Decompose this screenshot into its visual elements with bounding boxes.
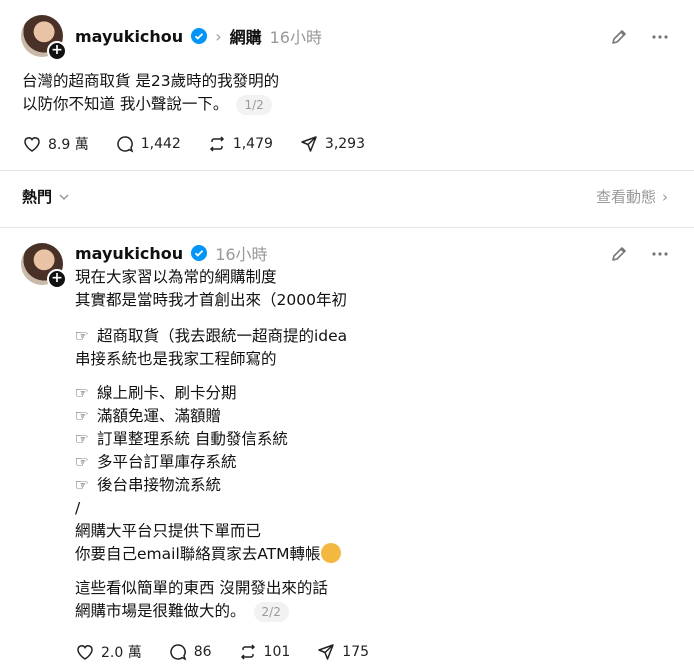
edit-icon[interactable]: [607, 242, 631, 266]
list-item: 多平台訂單庫存系統: [97, 453, 237, 471]
comment-button[interactable]: 86: [168, 642, 212, 662]
post-text-line: 網購大平台只提供下單而已: [75, 522, 262, 540]
repost-icon: [240, 644, 255, 660]
follow-plus-icon[interactable]: +: [47, 41, 67, 61]
verified-badge-icon: [191, 245, 208, 261]
share-count: 175: [342, 644, 370, 660]
share-button[interactable]: 175: [316, 642, 369, 662]
post-body: 台灣的超商取貨 是23歲時的我發明的 以防你不知道 我小聲說一下。 1/2: [22, 70, 279, 116]
like-count: 2.0 萬: [101, 645, 142, 661]
edit-icon[interactable]: [607, 25, 631, 49]
heart-icon: [77, 645, 93, 660]
post-text-line: 現在大家習以為常的網購制度: [75, 268, 277, 286]
topic-tag[interactable]: 網購: [230, 24, 262, 48]
chevron-right-icon: ›: [215, 26, 222, 46]
post-text-line: 以防你不知道 我小聲說一下。: [22, 95, 229, 113]
chevron-down-icon: [59, 193, 69, 200]
chevron-right-icon: ›: [662, 187, 668, 206]
post-text-line: 串接系統也是我家工程師寫的: [75, 350, 277, 368]
follow-plus-icon[interactable]: +: [47, 269, 67, 289]
share-count: 3,293: [324, 136, 365, 152]
post-text-line: 超商取貨（我去跟統一超商提的idea: [97, 327, 348, 345]
post-time: 16小時: [269, 28, 322, 47]
avatar[interactable]: +: [21, 15, 67, 61]
repost-count: 1,479: [232, 136, 273, 152]
send-icon: [301, 136, 317, 152]
comment-button[interactable]: 1,442: [115, 134, 181, 154]
hand-pointing-right-icon: ☞: [75, 407, 89, 425]
view-activity-label: 查看動態: [595, 188, 656, 206]
hand-pointing-right-icon: ☞: [75, 384, 89, 402]
comment-icon: [117, 136, 133, 153]
username[interactable]: mayukichou: [75, 244, 183, 263]
more-options-icon[interactable]: [648, 25, 672, 49]
view-activity-link[interactable]: 查看動態 ›: [596, 186, 668, 207]
hand-pointing-right-icon: ☞: [75, 476, 89, 494]
repost-button[interactable]: 101: [238, 642, 291, 662]
like-button[interactable]: 8.9 萬: [22, 134, 89, 154]
post-header: mayukichou 16小時: [75, 241, 268, 265]
post-text-line: 你要自己email聯絡買家去ATM轉帳: [75, 545, 321, 563]
more-options-icon[interactable]: [648, 242, 672, 266]
disappointed-face-icon: [320, 543, 341, 563]
hand-pointing-right-icon: ☞: [75, 453, 89, 471]
post-body: 這些看似簡單的東西 沒開發出來的話 網購市場是很難做大的。 2/2: [75, 577, 328, 623]
post-text-line: 這些看似簡單的東西 沒開發出來的話: [75, 579, 328, 597]
hand-pointing-right-icon: ☞: [75, 430, 89, 448]
avatar[interactable]: +: [21, 243, 67, 289]
repost-icon: [209, 136, 224, 152]
like-button[interactable]: 2.0 萬: [75, 642, 142, 662]
list-item: 滿額免運、滿額贈: [97, 407, 222, 425]
post-body: 現在大家習以為常的網購制度 其實都是當時我才首創出來（2000年初: [75, 266, 347, 312]
sort-label: 熱門: [22, 188, 53, 206]
post-text-line: 網購市場是很難做大的。: [75, 602, 246, 620]
page-indicator: 1/2: [236, 94, 272, 115]
sort-dropdown[interactable]: 熱門: [22, 186, 70, 207]
page-indicator: 2/2: [253, 601, 289, 622]
list-item: 訂單整理系統 自動發信系統: [97, 430, 288, 448]
post-actions: 8.9 萬 1,442 1,479 3,293: [22, 132, 391, 156]
verified-badge-icon: [191, 28, 208, 44]
list-item: 線上刷卡、刷卡分期: [97, 384, 237, 402]
comment-count: 86: [193, 644, 212, 660]
repost-button[interactable]: 1,479: [207, 134, 273, 154]
post-text-line: /: [75, 499, 81, 517]
list-item: 後台串接物流系統: [97, 476, 222, 494]
post-text-line: 台灣的超商取貨 是23歲時的我發明的: [22, 72, 280, 90]
divider: [0, 170, 694, 171]
post-text-line: 其實都是當時我才首創出來（2000年初: [75, 291, 347, 309]
hand-pointing-right-icon: ☞: [75, 327, 89, 345]
like-count: 8.9 萬: [48, 137, 89, 153]
post-header: mayukichou › 網購 16小時: [75, 24, 322, 48]
post-body: ☞ 超商取貨（我去跟統一超商提的idea 串接系統也是我家工程師寫的: [75, 325, 347, 371]
post-time: 16小時: [215, 245, 268, 264]
share-button[interactable]: 3,293: [299, 134, 365, 154]
post-actions: 2.0 萬 86 101 175: [75, 640, 395, 664]
send-icon: [318, 644, 335, 660]
bullet-list: ☞ 線上刷卡、刷卡分期 ☞ 滿額免運、滿額贈 ☞ 訂單整理系統 自動發信系統 ☞ 多平台…: [75, 382, 341, 566]
comment-count: 1,442: [140, 136, 181, 152]
comment-icon: [170, 644, 186, 661]
repost-count: 101: [263, 644, 291, 660]
divider: [0, 227, 694, 228]
username[interactable]: mayukichou: [75, 27, 183, 46]
heart-icon: [24, 137, 40, 152]
